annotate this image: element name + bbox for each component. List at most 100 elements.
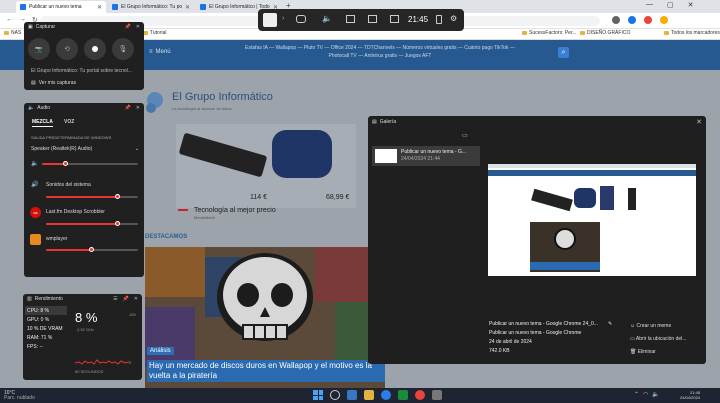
record-button[interactable] [84,38,106,60]
close-icon[interactable]: ✕ [97,4,102,11]
tab-grupo-portal[interactable]: El Grupo Informático: Tu portal ✕ [108,1,194,13]
article-title[interactable]: Hay un mercado de discos duros en Wallap… [147,360,385,382]
slider-knob[interactable] [114,194,120,199]
folder-icon: ▭ [630,336,635,342]
capture-icon[interactable] [346,15,355,23]
bookmark-others[interactable]: Todos los marcadores [664,30,720,36]
site-logo[interactable] [142,88,168,114]
performance-icon[interactable] [368,15,377,23]
bookmark-successfactors[interactable]: SucessFactors: Per... [522,30,577,36]
app-icon[interactable] [432,390,442,400]
edit-icon[interactable]: ✎ [608,320,612,329]
gallery-item-date: 24/04/2024 21:44 [401,156,440,162]
tab-mix[interactable]: MEZCLA [32,119,53,127]
product-caption[interactable]: Tecnología al mejor precio [194,207,276,214]
close-window-icon[interactable]: ✕ [688,1,694,9]
close-icon[interactable]: ✕ [134,296,138,302]
price-label: 68,99 € [326,194,350,201]
gallery-icon: ▤ [372,118,377,125]
taskbar-clock[interactable]: 21:45 24/04/2024 [680,390,700,400]
system-sounds-icon: 🔊 [31,182,39,188]
product-ad[interactable]: 114 € 68,99 € [176,124,356,208]
output-label: SALIDA PREDETERMINADA DE WINDOWS [31,135,112,140]
app-volume-slider[interactable] [46,194,138,199]
file-size: 742.0 KB [489,348,510,354]
create-meme-action[interactable]: ☺ Crear un meme [630,320,686,333]
volume-icon[interactable]: 🔈 [652,391,659,398]
tab-voice[interactable]: VOZ [64,119,74,125]
gallery-icon[interactable] [390,15,399,23]
edge-icon[interactable] [381,390,391,400]
site-brand: El Grupo Informático [172,91,273,103]
close-icon[interactable]: ✕ [136,24,140,30]
pin-icon[interactable]: 📌 [125,105,131,111]
profile-avatar[interactable] [628,16,636,24]
weather-widget[interactable]: 16°C Parc. nublado [4,391,35,401]
app-name: Sonidos del sistema [46,182,91,188]
screenshot-button[interactable]: 📷 [28,38,50,60]
search-icon[interactable] [330,390,340,400]
performance-stats[interactable]: CPU: 8 % GPU: 0 % 10 % DE VRAM RAM: 71 %… [27,307,63,352]
gear-icon[interactable]: ⚙ [450,14,457,23]
tab-publicar[interactable]: Publicar un nuevo tema ✕ [16,1,106,13]
view-captures-link[interactable]: ▤ Ver mis capturas [31,80,76,86]
slider-knob[interactable] [63,161,68,166]
bookmark-tutorial[interactable]: Tutorial [143,30,167,36]
mic-off-icon: 🎙 [118,46,128,53]
file-explorer-icon[interactable] [364,390,374,400]
featured-article[interactable]: Análisis Hay un mercado de discos duros … [145,247,385,388]
master-volume-slider[interactable] [42,161,138,166]
gallery-item[interactable]: Publicar un nuevo tema - G... 24/04/2024… [372,146,480,166]
task-view-icon[interactable] [347,390,357,400]
earbuds-image [272,130,332,178]
back-icon[interactable]: ← [6,16,13,24]
start-button[interactable] [313,390,323,400]
slider-knob[interactable] [114,221,120,226]
bookmark-nas[interactable]: NAS [4,30,21,36]
tab-favicon-icon [200,4,206,10]
close-icon[interactable]: ✕ [136,105,140,111]
slider-knob[interactable] [89,247,94,252]
audio-icon[interactable]: 🔈 [322,14,332,23]
performance-panel: ▥ Rendimiento ☰ 📌 ✕ CPU: 8 % GPU: 0 % 10 %… [23,294,142,380]
menu-button[interactable]: ≡ Menú [149,49,171,55]
bookmark-diseno[interactable]: DISEÑO GRÁFICO [580,30,630,36]
xbox-controller-icon[interactable] [296,15,306,23]
minimize-icon[interactable]: — [646,1,653,9]
app-volume-slider[interactable] [46,221,138,226]
extension-icon[interactable] [644,16,652,24]
maximize-icon[interactable]: ▢ [667,1,674,9]
extension-icon[interactable] [612,16,620,24]
wifi-icon[interactable]: ◠ [643,391,648,398]
device-select[interactable]: Speaker (Realtek(R) Audio) ⌄ [31,146,139,152]
folder-icon[interactable]: ▭ [462,132,468,139]
chevron-right-icon[interactable]: › [282,15,284,22]
pin-icon[interactable]: 📌 [123,296,129,302]
close-icon[interactable]: ✕ [185,4,190,11]
xbox-icon[interactable] [398,390,408,400]
delete-action[interactable]: 🗑 Eliminar [630,346,686,359]
slider-fill [46,249,92,251]
slider-fill [46,196,118,198]
settings-icon[interactable]: ☰ [113,296,117,302]
ticker-line[interactable]: Photocall TV — Antivirus gratis — Juegos… [210,52,550,60]
speaker-icon[interactable]: 🔈 [31,160,38,167]
search-icon[interactable]: ⌕ [558,47,569,58]
chrome-icon[interactable] [415,390,425,400]
app-volume-slider[interactable] [46,247,138,252]
system-tray[interactable]: ⌃ ◠ 🔈 [634,391,660,398]
open-location-action[interactable]: ▭ Abrir la ubicación del... [630,333,686,346]
close-icon[interactable]: ✕ [696,118,702,126]
article-tag[interactable]: Análisis [147,347,174,355]
mic-button[interactable]: 🎙 [112,38,134,60]
gallery-preview[interactable] [488,164,696,276]
pin-icon[interactable]: 📌 [125,24,131,30]
cpu-frequency: 2,92 GHz [77,327,94,332]
record-last-button[interactable]: ⟲ [56,38,78,60]
logo-icon [146,92,163,113]
extension-icon[interactable] [660,16,668,24]
widget-menu-icon[interactable] [263,13,277,27]
ticker-line[interactable]: Estafas IA — Wallapop — Pluto TV — Offic… [210,44,550,52]
chevron-up-icon[interactable]: ⌃ [634,391,639,398]
hamburger-icon: ≡ [149,49,153,55]
